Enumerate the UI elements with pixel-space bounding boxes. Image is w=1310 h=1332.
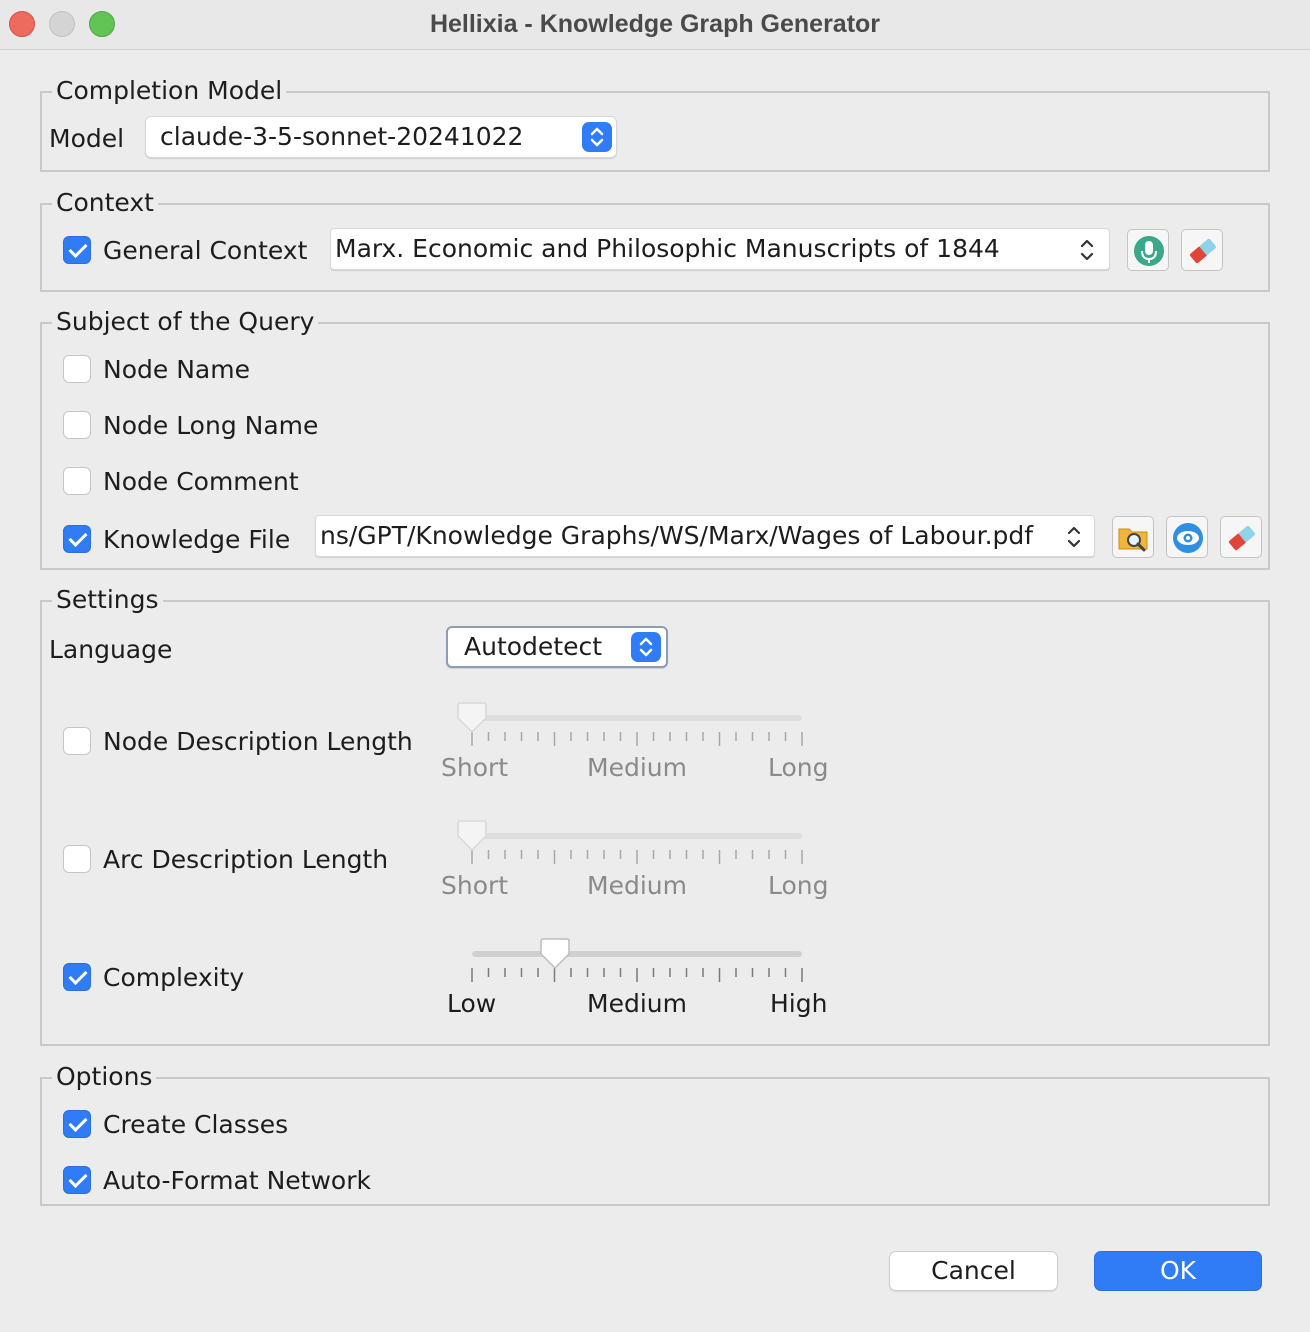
complexity-checkbox[interactable]: [63, 963, 91, 991]
create-classes-label: Create Classes: [103, 1110, 289, 1139]
complexity-medium-label: Medium: [587, 989, 687, 1018]
browse-file-button[interactable]: [1112, 516, 1154, 558]
auto-format-network-checkbox[interactable]: [63, 1166, 91, 1194]
node-long-name-checkbox[interactable]: [63, 411, 91, 439]
knowledge-file-select[interactable]: ns/GPT/Knowledge Graphs/WS/Marx/Wages of…: [315, 515, 1095, 557]
knowledge-file-value: ns/GPT/Knowledge Graphs/WS/Marx/Wages of…: [320, 521, 1034, 550]
arc-description-medium-label: Medium: [587, 871, 687, 900]
settings-group: Settings Language Autodetect Node Descri…: [40, 585, 1270, 1046]
general-context-select[interactable]: Marx. Economic and Philosophic Manuscrip…: [330, 228, 1110, 270]
model-select[interactable]: claude-3-5-sonnet-20241022: [145, 116, 617, 158]
language-label: Language: [49, 635, 173, 664]
completion-model-legend: Completion Model: [52, 76, 287, 106]
general-context-checkbox[interactable]: [63, 236, 91, 264]
updown-chevron-icon: [1064, 521, 1084, 553]
context-legend: Context: [52, 188, 158, 218]
clear-file-button[interactable]: [1220, 516, 1262, 558]
view-file-button[interactable]: [1166, 516, 1208, 558]
language-select-value: Autodetect: [464, 632, 603, 661]
node-description-short-label: Short: [441, 753, 509, 782]
arc-description-short-label: Short: [441, 871, 509, 900]
settings-legend: Settings: [52, 585, 163, 615]
eraser-icon: [1190, 238, 1216, 264]
node-description-length-slider[interactable]: [472, 715, 802, 721]
microphone-icon: [1134, 236, 1164, 266]
folder-search-icon: [1118, 528, 1148, 552]
model-label: Model: [49, 124, 125, 153]
updown-chevron-icon: [631, 632, 661, 662]
complexity-thumb[interactable]: [539, 938, 571, 970]
microphone-button[interactable]: [1127, 229, 1169, 271]
node-long-name-label: Node Long Name: [103, 411, 319, 440]
knowledge-file-checkbox[interactable]: [63, 525, 91, 553]
subject-legend: Subject of the Query: [52, 307, 319, 337]
complexity-low-label: Low: [447, 989, 497, 1018]
model-select-value: claude-3-5-sonnet-20241022: [160, 122, 524, 151]
arc-description-long-label: Long: [768, 871, 829, 900]
create-classes-checkbox[interactable]: [63, 1110, 91, 1138]
arc-description-length-ticks: [471, 850, 803, 864]
language-select[interactable]: Autodetect: [446, 626, 668, 668]
cancel-button[interactable]: Cancel: [889, 1251, 1058, 1291]
eye-icon: [1173, 523, 1203, 553]
arc-description-length-label: Arc Description Length: [103, 845, 389, 874]
options-legend: Options: [52, 1062, 157, 1092]
subject-group: Subject of the Query Node Name Node Long…: [40, 307, 1270, 570]
general-context-label: General Context: [103, 236, 308, 265]
complexity-slider[interactable]: [472, 951, 802, 957]
updown-chevron-icon: [582, 122, 612, 152]
general-context-value: Marx. Economic and Philosophic Manuscrip…: [335, 234, 1000, 263]
complexity-ticks: [471, 968, 803, 982]
arc-description-length-slider[interactable]: [472, 833, 802, 839]
complexity-high-label: High: [770, 989, 828, 1018]
node-description-length-label: Node Description Length: [103, 727, 413, 756]
node-description-long-label: Long: [768, 753, 829, 782]
options-group: Options Create Classes Auto-Format Netwo…: [40, 1062, 1270, 1206]
title-bar: Hellixia - Knowledge Graph Generator: [0, 0, 1310, 50]
knowledge-file-label: Knowledge File: [103, 525, 291, 554]
updown-chevron-icon: [1077, 234, 1097, 266]
completion-model-group: Completion Model Model claude-3-5-sonnet…: [40, 76, 1270, 172]
node-name-checkbox[interactable]: [63, 355, 91, 383]
node-description-length-checkbox[interactable]: [63, 727, 91, 755]
arc-description-length-checkbox[interactable]: [63, 845, 91, 873]
complexity-label: Complexity: [103, 963, 245, 992]
node-comment-checkbox[interactable]: [63, 467, 91, 495]
arc-description-length-thumb[interactable]: [456, 820, 488, 852]
eraser-icon: [1229, 525, 1255, 551]
window-title: Hellixia - Knowledge Graph Generator: [429, 10, 881, 38]
node-comment-label: Node Comment: [103, 467, 299, 496]
node-name-label: Node Name: [103, 355, 250, 384]
auto-format-network-label: Auto-Format Network: [103, 1166, 371, 1195]
clear-context-button[interactable]: [1181, 229, 1223, 271]
ok-button[interactable]: OK: [1094, 1251, 1262, 1291]
node-description-length-ticks: [471, 732, 803, 746]
node-description-medium-label: Medium: [587, 753, 687, 782]
node-description-length-thumb[interactable]: [456, 702, 488, 734]
context-group: Context General Context Marx. Economic a…: [40, 188, 1270, 292]
